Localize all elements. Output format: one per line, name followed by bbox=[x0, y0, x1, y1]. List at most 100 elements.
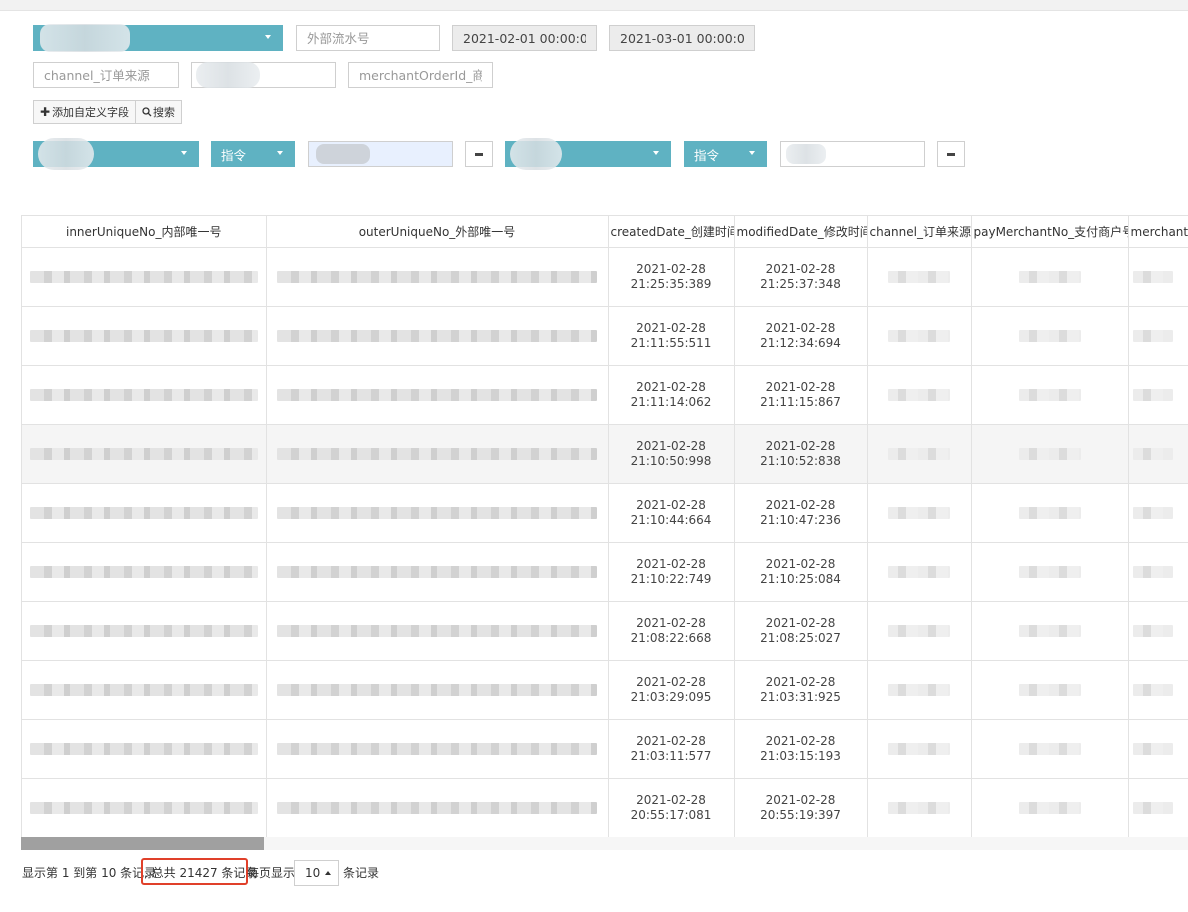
column-header[interactable]: channel_订单来源 bbox=[867, 216, 972, 248]
modified-date-text: 21:03:15:193 bbox=[760, 748, 841, 763]
table-row[interactable]: 2021-02-28 20:55:17:081 2021-02-28 20:55:19… bbox=[22, 778, 1188, 837]
table-row[interactable]: 2021-02-28 21:03:11:577 2021-02-28 21:03:15… bbox=[22, 719, 1188, 779]
table-row[interactable]: 2021-02-28 21:10:22:749 2021-02-28 21:10:25… bbox=[22, 542, 1188, 602]
table-cell bbox=[867, 778, 972, 837]
plus-icon: ✚ bbox=[40, 105, 51, 119]
redacted-value bbox=[888, 742, 950, 755]
created-date-text: 21:03:29:095 bbox=[630, 689, 712, 704]
table-cell bbox=[22, 542, 267, 602]
table-cell bbox=[1128, 247, 1188, 307]
redacted-mask bbox=[510, 138, 562, 170]
table-cell bbox=[1128, 424, 1188, 484]
condition-1-operator-value: 指令 bbox=[221, 147, 247, 163]
search-button[interactable]: 搜索 bbox=[135, 100, 182, 124]
redacted-value bbox=[1132, 270, 1173, 283]
redacted-value bbox=[1132, 565, 1173, 578]
remove-condition-2-button[interactable] bbox=[937, 141, 965, 167]
table-cell: 2021-02-28 21:03:15:193 bbox=[734, 719, 868, 779]
table-cell bbox=[1128, 306, 1188, 366]
add-custom-field-button[interactable]: ✚ 添加自定义字段 bbox=[33, 100, 137, 124]
condition-1-operator-select[interactable]: 指令 bbox=[211, 141, 295, 167]
channel-input[interactable] bbox=[33, 62, 179, 88]
table-cell: 2021-02-28 21:03:29:095 bbox=[608, 660, 735, 720]
table-cell bbox=[22, 483, 267, 543]
redacted-value bbox=[29, 565, 258, 578]
table-cell: 2021-02-28 21:11:15:867 bbox=[734, 365, 868, 425]
redacted-value bbox=[1018, 742, 1081, 755]
remove-condition-1-button[interactable] bbox=[465, 141, 493, 167]
modified-date-text: 21:10:25:084 bbox=[760, 571, 841, 586]
created-date-text: 20:55:17:081 bbox=[630, 807, 712, 822]
table-row[interactable]: 2021-02-28 21:10:44:664 2021-02-28 21:10:47… bbox=[22, 483, 1188, 543]
start-date-input[interactable] bbox=[452, 25, 597, 51]
merchant-order-input[interactable] bbox=[348, 62, 493, 88]
table-cell bbox=[971, 719, 1129, 779]
table-cell bbox=[867, 660, 972, 720]
modified-date-text: 21:10:52:838 bbox=[760, 453, 841, 468]
table-cell: 2021-02-28 21:11:14:062 bbox=[608, 365, 735, 425]
table-cell bbox=[971, 660, 1129, 720]
redacted-value bbox=[277, 742, 597, 755]
pagination-per-page-prefix: 每页显示 bbox=[247, 866, 296, 880]
modified-date-text: 21:08:25:027 bbox=[760, 630, 841, 645]
redacted-value bbox=[888, 683, 950, 696]
table-cell: 2021-02-28 21:08:22:668 bbox=[608, 601, 735, 661]
column-header[interactable]: createdDate_创建时间 bbox=[608, 216, 735, 248]
horizontal-scrollbar-thumb[interactable] bbox=[21, 837, 264, 850]
table-cell bbox=[22, 365, 267, 425]
table-cell: 2021-02-28 21:10:22:749 bbox=[608, 542, 735, 602]
created-date-text: 2021-02-28 bbox=[636, 733, 706, 748]
table-row[interactable]: 2021-02-28 21:03:29:095 2021-02-28 21:03:31… bbox=[22, 660, 1188, 720]
redacted-value bbox=[29, 388, 258, 401]
created-date-text: 2021-02-28 bbox=[636, 497, 706, 512]
column-header[interactable]: payMerchantNo_支付商户号 bbox=[971, 216, 1129, 248]
table-cell bbox=[867, 424, 972, 484]
table-cell bbox=[22, 601, 267, 661]
redacted-mask bbox=[196, 62, 260, 88]
modified-date-text: 21:12:34:694 bbox=[760, 335, 841, 350]
table-cell bbox=[266, 247, 609, 307]
created-date-text: 21:10:50:998 bbox=[630, 453, 712, 468]
redacted-mask bbox=[786, 144, 826, 164]
created-date-text: 2021-02-28 bbox=[636, 792, 706, 807]
table-header-row: innerUniqueNo_内部唯一号 outerUniqueNo_外部唯一号 … bbox=[22, 216, 1188, 248]
table-row[interactable]: 2021-02-28 21:11:14:062 2021-02-28 21:11:15… bbox=[22, 365, 1188, 425]
table-cell: 2021-02-28 21:03:11:577 bbox=[608, 719, 735, 779]
table-row[interactable]: 2021-02-28 21:10:50:998 2021-02-28 21:10:52… bbox=[22, 424, 1188, 484]
table-cell bbox=[266, 719, 609, 779]
redacted-value bbox=[277, 565, 597, 578]
table-row[interactable]: 2021-02-28 21:25:35:389 2021-02-28 21:25:37… bbox=[22, 247, 1188, 307]
table-cell bbox=[971, 483, 1129, 543]
table-cell bbox=[22, 424, 267, 484]
column-header[interactable]: innerUniqueNo_内部唯一号 bbox=[22, 216, 267, 248]
column-header[interactable]: modifiedDate_修改时间 bbox=[734, 216, 868, 248]
table-row[interactable]: 2021-02-28 21:08:22:668 2021-02-28 21:08:25… bbox=[22, 601, 1188, 661]
condition-2-operator-select[interactable]: 指令 bbox=[684, 141, 767, 167]
column-header[interactable]: outerUniqueNo_外部唯一号 bbox=[266, 216, 609, 248]
table-cell bbox=[1128, 542, 1188, 602]
end-date-input[interactable] bbox=[609, 25, 755, 51]
table-cell bbox=[266, 542, 609, 602]
table-cell bbox=[971, 306, 1129, 366]
page-size-value: 10 bbox=[305, 866, 321, 880]
modified-date-text: 2021-02-28 bbox=[765, 556, 836, 571]
search-icon bbox=[142, 107, 152, 117]
redacted-value bbox=[1018, 329, 1081, 342]
table-cell bbox=[867, 719, 972, 779]
table-cell: 2021-02-28 21:25:35:389 bbox=[608, 247, 735, 307]
redacted-value bbox=[1018, 506, 1081, 519]
horizontal-scrollbar-track[interactable] bbox=[264, 837, 1188, 850]
redacted-value bbox=[888, 329, 950, 342]
page-size-select[interactable]: 10 bbox=[294, 860, 339, 886]
redacted-value bbox=[888, 624, 950, 637]
outer-serial-input[interactable] bbox=[296, 25, 440, 51]
table-cell bbox=[867, 365, 972, 425]
created-date-text: 2021-02-28 bbox=[636, 261, 706, 276]
table-row[interactable]: 2021-02-28 21:11:55:511 2021-02-28 21:12:34… bbox=[22, 306, 1188, 366]
created-date-text: 21:10:44:664 bbox=[630, 512, 712, 527]
column-header[interactable]: merchantOrderId_商户 bbox=[1128, 216, 1188, 248]
table-cell bbox=[971, 601, 1129, 661]
table-cell bbox=[22, 660, 267, 720]
add-custom-field-label: 添加自定义字段 bbox=[52, 106, 130, 119]
created-date-text: 2021-02-28 bbox=[636, 320, 706, 335]
